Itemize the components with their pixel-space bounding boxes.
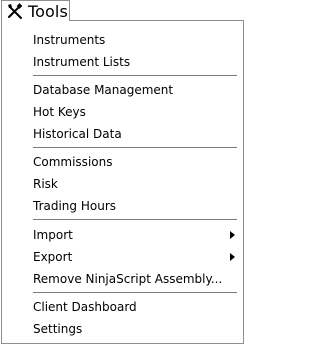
menu-item-database-management[interactable]: Database Management [33, 80, 237, 100]
chevron-right-icon [230, 253, 235, 261]
menu-item-settings[interactable]: Settings [33, 319, 237, 339]
menu-item-client-dashboard[interactable]: Client Dashboard [33, 297, 237, 317]
menu-item-label: Remove NinjaScript Assembly... [33, 272, 223, 286]
menu-item-label: Risk [33, 177, 58, 191]
menu-separator [33, 292, 237, 293]
menu-item-label: Settings [33, 322, 83, 336]
tools-icon [8, 3, 23, 19]
menu-separator [33, 75, 237, 76]
menu-item-label: Database Management [33, 83, 174, 97]
menu-item-label: Export [33, 250, 73, 264]
menu-item-instrument-lists[interactable]: Instrument Lists [33, 52, 237, 72]
menu-item-instruments[interactable]: Instruments [33, 30, 237, 50]
menu-title: Tools [28, 1, 68, 21]
menu-item-label: Import [33, 228, 73, 242]
menu-item-label: Commissions [33, 155, 113, 169]
chevron-right-icon [230, 231, 235, 239]
menu-item-historical-data[interactable]: Historical Data [33, 124, 237, 144]
menu-item-label: Instruments [33, 33, 106, 47]
menu-item-hot-keys[interactable]: Hot Keys [33, 102, 237, 122]
menu-item-trading-hours[interactable]: Trading Hours [33, 196, 237, 216]
menu-item-commissions[interactable]: Commissions [33, 152, 237, 172]
menu-item-export[interactable]: Export [33, 247, 237, 267]
menu-item-remove-ninjascript-assembly[interactable]: Remove NinjaScript Assembly... [33, 269, 237, 289]
menu-item-label: Historical Data [33, 127, 122, 141]
tools-dropdown-menu: Instruments Instrument Lists Database Ma… [1, 20, 244, 344]
menu-item-risk[interactable]: Risk [33, 174, 237, 194]
menu-item-import[interactable]: Import [33, 225, 237, 245]
tools-menu-header[interactable]: Tools [1, 0, 70, 21]
menu-separator [33, 147, 237, 148]
menu-item-label: Instrument Lists [33, 55, 131, 69]
menu-separator [33, 219, 237, 220]
menu-item-label: Client Dashboard [33, 300, 137, 314]
menu-item-label: Hot Keys [33, 105, 86, 119]
menu-item-label: Trading Hours [33, 199, 116, 213]
